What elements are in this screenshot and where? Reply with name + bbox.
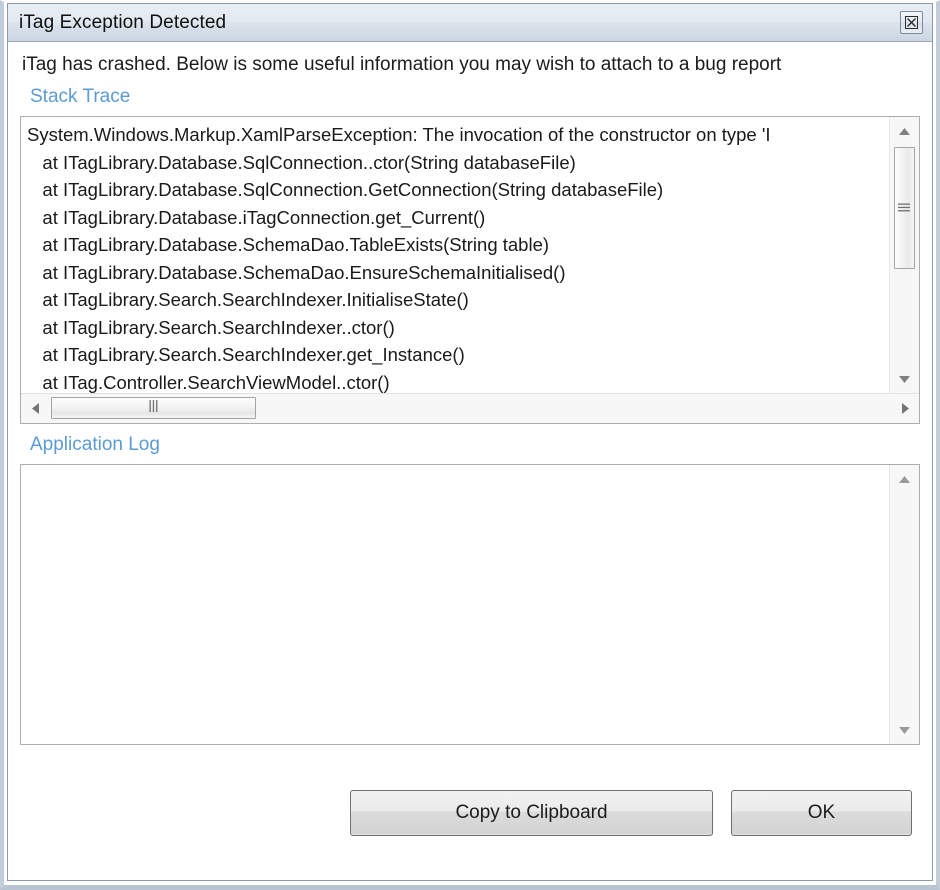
stack-trace-line: System.Windows.Markup.XamlParseException… [27,124,771,145]
scroll-thumb-grip-icon [149,399,158,417]
close-button[interactable] [900,11,923,34]
stack-trace-vertical-scrollbar[interactable] [889,117,919,393]
scroll-right-arrow-icon[interactable] [891,395,919,423]
stack-trace-line: at ITagLibrary.Database.SqlConnection.Ge… [27,179,664,200]
titlebar: iTag Exception Detected [8,4,932,42]
dialog-content: iTag has crashed. Below is some useful i… [8,42,932,880]
application-log-label: Application Log [30,434,160,455]
stack-trace-line: at ITagLibrary.Database.SchemaDao.Ensure… [27,261,566,283]
crash-message: iTag has crashed. Below is some useful i… [22,54,782,75]
stack-trace-label: Stack Trace [30,86,131,107]
stack-trace-vscroll-track[interactable] [890,145,920,365]
exception-dialog-window: iTag Exception Detected iTag has crashed… [0,0,940,890]
application-log-vscroll-track[interactable] [890,493,920,716]
window-title: iTag Exception Detected [19,11,227,33]
stack-trace-horizontal-scrollbar[interactable] [21,393,919,423]
stack-trace-line: at ITag.Controller.SearchViewModel..ctor… [27,371,390,393]
stack-trace-vscroll-thumb[interactable] [893,147,915,269]
scroll-up-arrow-icon[interactable] [890,117,920,145]
copy-to-clipboard-button[interactable]: Copy to Clipboard [350,789,713,836]
stack-trace-line: at ITagLibrary.Database.SqlConnection..c… [27,151,576,173]
application-log-text[interactable] [21,465,889,744]
stack-trace-line: at ITagLibrary.Database.SchemaDao.TableE… [27,234,550,255]
dialog-footer: Copy to Clipboard OK [8,745,932,880]
stack-trace-line: at ITagLibrary.Database.iTagConnection.g… [27,206,486,228]
application-log-textbox[interactable] [20,464,920,745]
ok-button[interactable]: OK [731,789,912,836]
application-log-row [21,465,919,744]
window-inner: iTag Exception Detected iTag has crashed… [7,3,933,881]
stack-trace-row: System.Windows.Markup.XamlParseException… [21,117,919,393]
application-log-vertical-scrollbar[interactable] [889,465,919,744]
stack-trace-text[interactable]: System.Windows.Markup.XamlParseException… [21,117,889,393]
stack-trace-hscroll-track[interactable] [49,394,891,424]
scroll-thumb-grip-icon [898,199,910,217]
stack-trace-line: at ITagLibrary.Search.SearchIndexer.get_… [27,344,465,365]
stack-trace-line: at ITagLibrary.Search.SearchIndexer.Init… [27,289,469,310]
stack-trace-hscroll-thumb[interactable] [51,396,256,419]
stack-trace-line: at ITagLibrary.Search.SearchIndexer..cto… [27,316,395,338]
scroll-down-arrow-icon[interactable] [890,365,920,393]
close-icon [905,16,918,29]
scroll-down-arrow-icon[interactable] [890,716,920,744]
stack-trace-textbox[interactable]: System.Windows.Markup.XamlParseException… [20,116,920,424]
scroll-left-arrow-icon[interactable] [21,395,49,423]
scroll-up-arrow-icon[interactable] [890,465,920,493]
